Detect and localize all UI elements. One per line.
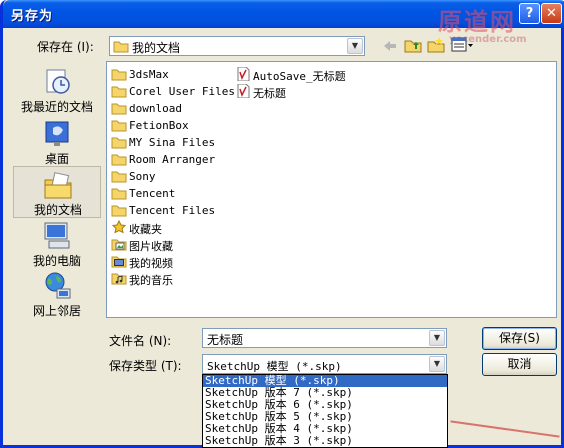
file-list[interactable]: 3dsMax Corel User Files download FetionB… bbox=[106, 61, 557, 318]
question-icon: ? bbox=[525, 6, 534, 21]
help-button[interactable]: ? bbox=[519, 3, 540, 24]
places-bar: 我最近的文档 桌面 我的文档 我的电脑 网上邻居 bbox=[13, 60, 101, 322]
close-button[interactable]: ✕ bbox=[541, 3, 562, 24]
folder-icon bbox=[113, 41, 129, 53]
folder-icon bbox=[111, 137, 127, 149]
back-icon[interactable] bbox=[382, 39, 398, 53]
chevron-down-icon[interactable]: ▼ bbox=[347, 38, 363, 54]
file-name: AutoSave_无标题 bbox=[253, 70, 346, 83]
star-icon bbox=[111, 220, 127, 234]
network-places-icon bbox=[45, 272, 71, 299]
my-documents-icon bbox=[44, 172, 72, 199]
save-in-combo[interactable]: 我的文档 ▼ bbox=[109, 36, 365, 56]
folder-icon bbox=[111, 154, 127, 166]
file-name: 3dsMax bbox=[129, 68, 169, 81]
desktop-icon bbox=[45, 121, 69, 146]
place-recent-documents[interactable]: 我最近的文档 bbox=[13, 64, 101, 116]
recent-documents-icon bbox=[46, 69, 70, 94]
folder-icon bbox=[111, 171, 127, 183]
place-label: 桌面 bbox=[44, 152, 69, 166]
place-label: 我最近的文档 bbox=[20, 100, 93, 114]
folder-icon bbox=[111, 69, 127, 81]
place-label: 网上邻居 bbox=[32, 304, 81, 318]
folder-icon bbox=[111, 86, 127, 98]
filetype-dropdown-list[interactable]: SketchUp 模型 (*.skp) SketchUp 版本 7 (*.skp… bbox=[202, 374, 448, 448]
filetype-option[interactable]: SketchUp 版本 3 (*.skp) bbox=[203, 435, 447, 447]
filename-input[interactable]: 无标题 ▼ bbox=[202, 328, 447, 348]
place-network[interactable]: 网上邻居 bbox=[13, 268, 101, 320]
place-label: 我的文档 bbox=[33, 203, 82, 217]
title-bar[interactable]: 另存为 原道网 ? ✕ bbox=[3, 0, 564, 36]
new-folder-icon[interactable] bbox=[427, 36, 445, 53]
cancel-button[interactable]: 取消 bbox=[482, 353, 557, 376]
dialog-title: 另存为 bbox=[11, 9, 54, 24]
save-in-value: 我的文档 bbox=[132, 41, 181, 55]
file-name: 图片收藏 bbox=[129, 240, 173, 253]
file-name: MY Sina Files bbox=[129, 136, 216, 149]
place-my-documents[interactable]: 我的文档 bbox=[13, 166, 101, 218]
filetype-select[interactable]: SketchUp 模型 (*.skp) ▼ bbox=[202, 354, 447, 374]
filetype-label: 保存类型 (T): bbox=[109, 359, 182, 373]
music-folder-icon bbox=[111, 273, 127, 285]
file-name: 我的视频 bbox=[129, 257, 173, 270]
skp-file-icon bbox=[237, 67, 250, 81]
close-icon: ✕ bbox=[546, 6, 557, 21]
file-name: Corel User Files bbox=[129, 85, 235, 98]
skp-file-icon bbox=[237, 84, 250, 98]
file-name: download bbox=[129, 102, 182, 115]
folder-icon bbox=[111, 103, 127, 115]
my-computer-icon bbox=[44, 222, 70, 249]
folder-icon bbox=[111, 188, 127, 200]
filename-label: 文件名 (N): bbox=[109, 334, 172, 348]
pictures-folder-icon bbox=[111, 239, 127, 251]
file-name: Tencent Files bbox=[129, 204, 216, 217]
file-name: FetionBox bbox=[129, 119, 189, 132]
place-label: 我的电脑 bbox=[32, 254, 81, 268]
up-folder-icon[interactable] bbox=[404, 37, 422, 53]
filetype-value: SketchUp 模型 (*.skp) bbox=[207, 360, 342, 373]
watermark-logo: 原道网 bbox=[438, 8, 516, 36]
chevron-down-icon[interactable]: ▼ bbox=[429, 330, 445, 346]
save-in-label: 保存在 (I): bbox=[37, 40, 94, 54]
chevron-down-icon[interactable]: ▼ bbox=[429, 356, 445, 372]
video-folder-icon bbox=[111, 256, 127, 268]
filename-value: 无标题 bbox=[207, 333, 244, 347]
place-my-computer[interactable]: 我的电脑 bbox=[13, 218, 101, 270]
view-menu-icon[interactable] bbox=[451, 37, 475, 53]
file-name: 无标题 bbox=[253, 87, 286, 100]
file-name: Tencent bbox=[129, 187, 176, 200]
folder-icon bbox=[111, 205, 127, 217]
save-as-dialog: 另存为 原道网 ? ✕ yecender.com 保存在 (I): 我的文档 ▼ bbox=[0, 0, 564, 448]
place-desktop[interactable]: 桌面 bbox=[13, 116, 101, 168]
file-name: 我的音乐 bbox=[129, 274, 173, 287]
file-name: 收藏夹 bbox=[129, 223, 162, 236]
folder-icon bbox=[111, 120, 127, 132]
file-name: Room Arranger bbox=[129, 153, 216, 166]
file-name: Sony bbox=[129, 170, 156, 183]
save-button[interactable]: 保存(S) bbox=[482, 327, 557, 350]
